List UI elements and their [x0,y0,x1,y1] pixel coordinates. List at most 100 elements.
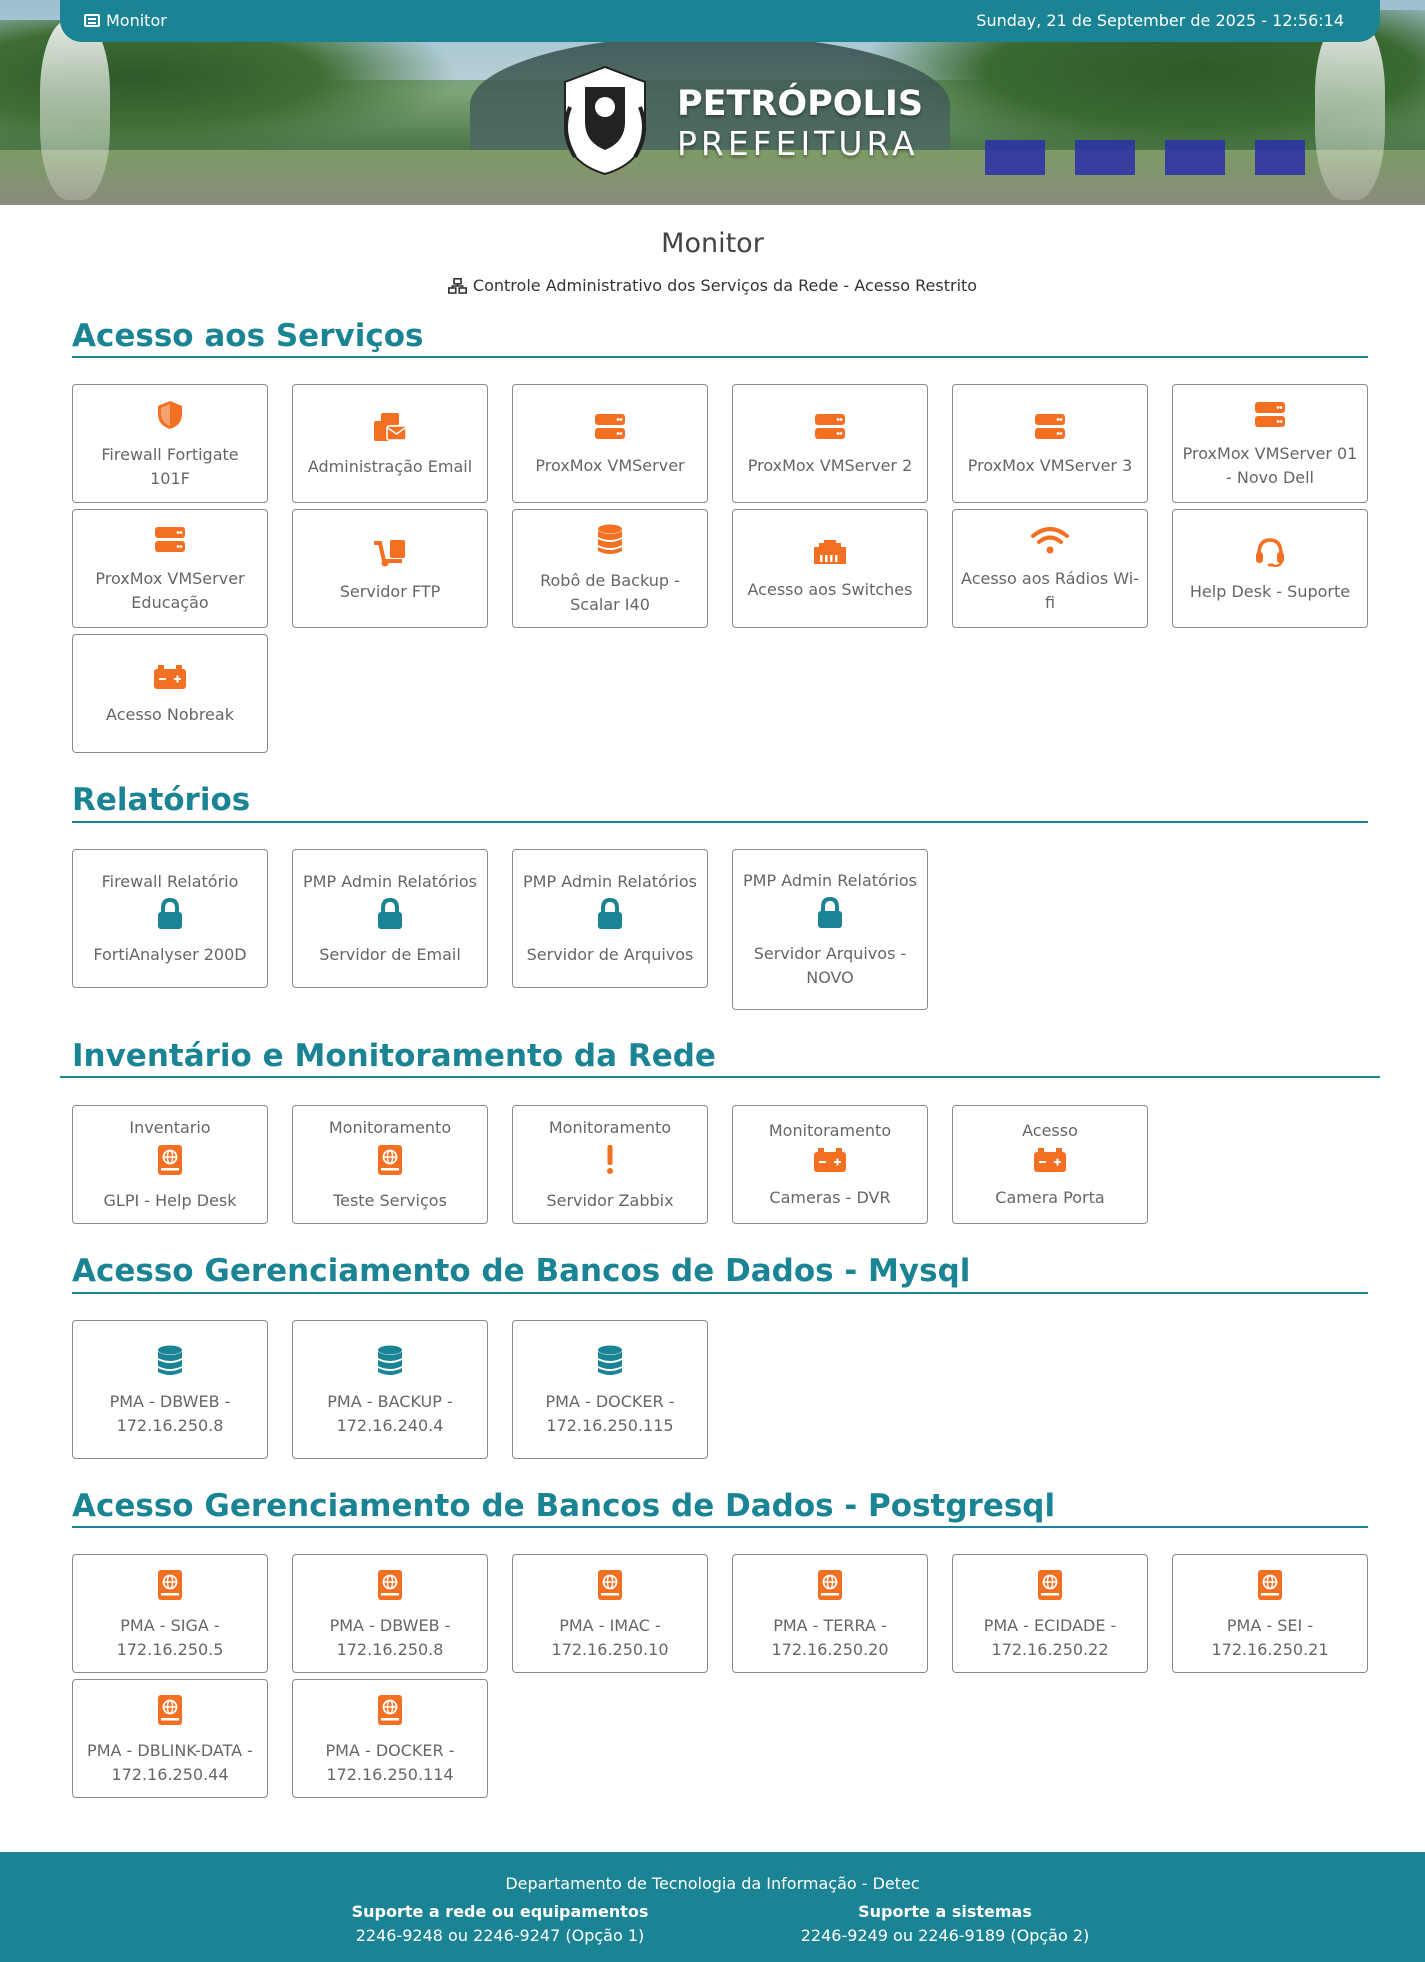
top-navbar: Monitor Sunday, 21 de September de 2025 … [60,0,1380,42]
service-card[interactable]: Firewall Fortigate 101F [72,384,268,503]
mysql-db-card[interactable]: PMA - BACKUP - 172.16.240.4 [292,1320,488,1459]
card-top-label: PMP Admin Relatórios [523,872,697,891]
atlas-icon [376,1694,404,1733]
atlas-icon [596,1569,624,1608]
footer-support-systems-title: Suporte a sistemas [858,1902,1032,1921]
card-label: Administração Email [307,457,473,476]
inventory-card[interactable]: Monitoramento Cameras - DVR [732,1105,928,1224]
mysql-db-card[interactable]: PMA - DOCKER - 172.16.250.115 [512,1320,708,1459]
mail-bulk-icon [373,412,407,449]
atlas-icon [376,1569,404,1608]
card-top-label: Monitoramento [768,1121,892,1140]
card-top-label: PMP Admin Relatórios [743,871,917,890]
postgres-db-card[interactable]: PMA - ECIDADE - 172.16.250.22 [952,1554,1148,1673]
headset-icon [1254,537,1286,574]
server-icon [594,413,626,448]
card-label: Servidor FTP [339,582,441,601]
service-card[interactable]: ProxMox VMServer 2 [732,384,928,503]
logo-line1: PETRÓPOLIS [677,84,924,124]
crest-icon [564,65,646,176]
section-divider [60,1076,1380,1078]
card-label: PMA - BACKUP - 172.16.240.4 [327,1392,453,1435]
postgres-db-card[interactable]: PMA - SIGA - 172.16.250.5 [72,1554,268,1673]
atlas-icon [156,1144,184,1183]
lock-icon [156,897,184,937]
card-top-label: Monitoramento [328,1118,452,1137]
postgres-db-card[interactable]: PMA - DBWEB - 172.16.250.8 [292,1554,488,1673]
card-label: Camera Porta [995,1188,1105,1207]
postgres-db-card[interactable]: PMA - DOCKER - 172.16.250.114 [292,1679,488,1798]
card-label: ProxMox VMServer 01 - Novo Dell [1182,444,1358,487]
card-label: PMA - DBLINK-DATA - 172.16.250.44 [87,1741,253,1784]
database-icon [596,1345,624,1384]
service-card[interactable]: ProxMox VMServer [512,384,708,503]
section-divider [72,356,1368,358]
logo-line2: PREFEITURA [677,124,919,163]
section-title-servicos: Acesso aos Serviços [72,318,424,354]
database-icon [596,524,624,563]
service-card[interactable]: ProxMox VMServer 3 [952,384,1148,503]
server-icon [1034,413,1066,448]
footer-support-network-phones: 2246-9248 ou 2246-9247 (Opção 1) [355,1926,645,1945]
banner-tents [985,140,1305,175]
navbar-brand[interactable]: Monitor [84,11,167,30]
card-label: Teste Serviços [333,1191,447,1210]
service-card[interactable]: Administração Email [292,384,488,503]
card-label: Acesso aos Rádios Wi-fi [961,569,1139,612]
shield-icon [156,400,184,437]
card-label: Firewall Fortigate 101F [101,445,239,488]
report-card[interactable]: PMP Admin Relatórios Servidor de Arquivos [512,849,708,988]
battery-icon [1033,1147,1067,1180]
prefeitura-logo: PETRÓPOLIS PREFEITURA [555,62,923,182]
card-label: ProxMox VMServer [535,456,685,475]
service-card[interactable]: Help Desk - Suporte [1172,509,1368,628]
card-label: Acesso Nobreak [106,705,234,724]
section-title-inventario: Inventário e Monitoramento da Rede [72,1038,716,1074]
card-top-label: Inventario [129,1118,211,1137]
section-divider [72,1526,1368,1528]
card-top-label: Monitoramento [548,1118,672,1137]
service-card[interactable]: ProxMox VMServer Educação [72,509,268,628]
lock-icon [816,896,844,936]
section-divider [72,821,1368,823]
inventory-card[interactable]: Monitoramento Teste Serviços [292,1105,488,1224]
card-label: PMA - ECIDADE - 172.16.250.22 [983,1616,1117,1659]
lock-icon [376,897,404,937]
postgres-db-card[interactable]: PMA - TERRA - 172.16.250.20 [732,1554,928,1673]
server-icon [1254,401,1286,436]
card-label: PMA - IMAC - 172.16.250.10 [551,1616,669,1659]
report-card[interactable]: PMP Admin Relatórios Servidor Arquivos - … [732,849,928,1010]
page-footer: Departamento de Tecnologia da Informação… [0,1852,1425,1962]
postgres-db-card[interactable]: PMA - DBLINK-DATA - 172.16.250.44 [72,1679,268,1798]
report-card[interactable]: Firewall Relatório FortiAnalyser 200D [72,849,268,988]
card-top-label: Acesso [1022,1121,1078,1140]
mysql-db-card[interactable]: PMA - DBWEB - 172.16.250.8 [72,1320,268,1459]
report-card[interactable]: PMP Admin Relatórios Servidor de Email [292,849,488,988]
service-card[interactable]: ProxMox VMServer 01 - Novo Dell [1172,384,1368,503]
card-label: Servidor Arquivos - NOVO [753,944,907,987]
postgres-db-card[interactable]: PMA - IMAC - 172.16.250.10 [512,1554,708,1673]
page-subtitle: Controle Administrativo dos Serviços da … [0,276,1425,295]
atlas-icon [816,1569,844,1608]
service-card[interactable]: Acesso Nobreak [72,634,268,753]
card-top-label: Firewall Relatório [101,872,239,891]
inventory-card[interactable]: Monitoramento Servidor Zabbix [512,1105,708,1224]
service-card[interactable]: Acesso aos Switches [732,509,928,628]
postgres-db-card[interactable]: PMA - SEI - 172.16.250.21 [1172,1554,1368,1673]
service-card[interactable]: Servidor FTP [292,509,488,628]
atlas-icon [376,1144,404,1183]
card-label: PMA - SIGA - 172.16.250.5 [116,1616,224,1659]
inventory-card[interactable]: Inventario GLPI - Help Desk [72,1105,268,1224]
card-label: Robô de Backup - Scalar I40 [540,571,680,614]
list-alt-icon [84,14,100,27]
card-label: PMA - DBWEB - 172.16.250.8 [109,1392,231,1435]
card-label: PMA - SEI - 172.16.250.21 [1211,1616,1329,1659]
card-label: ProxMox VMServer 3 [967,456,1133,475]
server-icon [154,526,186,561]
card-label: Cameras - DVR [769,1188,891,1207]
service-card[interactable]: Robô de Backup - Scalar I40 [512,509,708,628]
wifi-icon [1031,526,1069,561]
battery-icon [813,1147,847,1180]
service-card[interactable]: Acesso aos Rádios Wi-fi [952,509,1148,628]
inventory-card[interactable]: Acesso Camera Porta [952,1105,1148,1224]
